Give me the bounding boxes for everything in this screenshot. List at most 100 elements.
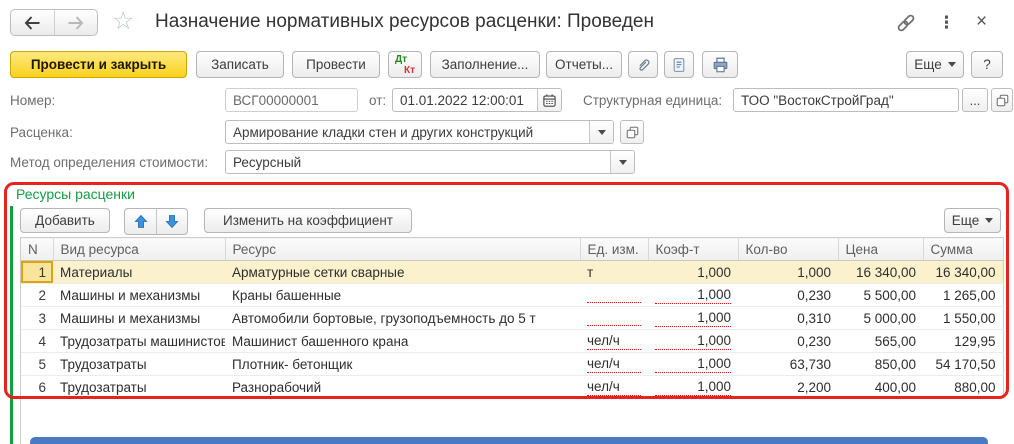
cell-n[interactable]: 6: [21, 376, 53, 399]
column-header-kind[interactable]: Вид ресурса: [53, 238, 225, 261]
cell-resource[interactable]: Арматурные сетки сварные: [225, 261, 580, 284]
cell-unit[interactable]: чел/ч: [580, 376, 648, 399]
cell-sum[interactable]: 880,00: [923, 376, 1003, 399]
cell-unit[interactable]: чел/ч: [580, 330, 648, 353]
table-row[interactable]: 2 Машины и механизмы Краны башенные 1,00…: [21, 284, 1003, 307]
background-window-edge[interactable]: [30, 437, 988, 444]
save-button[interactable]: Записать: [196, 51, 284, 78]
move-row-down-button[interactable]: [156, 209, 187, 234]
cell-n[interactable]: 5: [21, 353, 53, 376]
fill-button[interactable]: Заполнение...: [430, 51, 540, 78]
back-button[interactable]: [11, 10, 54, 35]
chevron-down-icon: [598, 130, 606, 135]
cell-price[interactable]: 850,00: [838, 353, 923, 376]
cell-qty[interactable]: 0,310: [738, 307, 838, 330]
cell-resource[interactable]: Автомобили бортовые, грузоподъемность до…: [225, 307, 580, 330]
column-header-unit[interactable]: Ед. изм.: [580, 238, 648, 261]
cell-qty[interactable]: 63,730: [738, 353, 838, 376]
rate-open-button[interactable]: [620, 120, 644, 144]
document-report-icon: [671, 56, 687, 74]
column-header-qty[interactable]: Кол-во: [738, 238, 838, 261]
move-row-up-button[interactable]: [125, 209, 156, 234]
cell-kind[interactable]: Трудозатраты машинистов: [53, 330, 225, 353]
structural-unit-choose-button[interactable]: ...: [962, 88, 988, 112]
favorite-star-icon[interactable]: ☆: [112, 9, 134, 34]
structural-unit-value: ТОО "ВостокСтройГрад": [734, 93, 958, 108]
cell-unit[interactable]: т: [580, 261, 648, 284]
cell-kind[interactable]: Трудозатраты: [53, 353, 225, 376]
cell-n[interactable]: 4: [21, 330, 53, 353]
cell-n[interactable]: 2: [21, 284, 53, 307]
cell-price[interactable]: 565,00: [838, 330, 923, 353]
cell-n[interactable]: 3: [21, 307, 53, 330]
toolbar-more-button[interactable]: Еще: [906, 51, 964, 78]
print-button[interactable]: [702, 51, 738, 78]
table-row[interactable]: 4 Трудозатраты машинистов Машинист башен…: [21, 330, 1003, 353]
resources-table: N Вид ресурса Ресурс Ед. изм. Коэф-т Кол…: [20, 237, 1003, 444]
dt-kt-postings-button[interactable]: Дт Кт: [388, 51, 422, 78]
cell-qty[interactable]: 0,230: [738, 330, 838, 353]
cell-resource[interactable]: Машинист башенного крана: [225, 330, 580, 353]
cell-qty[interactable]: 1,000: [738, 261, 838, 284]
cell-coef[interactable]: 1,000: [648, 284, 738, 307]
table-row[interactable]: 5 Трудозатраты Плотник- бетонщик чел/ч 1…: [21, 353, 1003, 376]
table-more-button[interactable]: Еще: [944, 208, 1001, 233]
cell-sum[interactable]: 1 550,00: [923, 307, 1003, 330]
reports-button[interactable]: Отчеты...: [546, 51, 622, 78]
change-coefficient-button[interactable]: Изменить на коэффициент: [204, 208, 412, 233]
cell-resource[interactable]: Разнорабочий: [225, 376, 580, 399]
cell-unit[interactable]: чел/ч: [580, 353, 648, 376]
column-header-price[interactable]: Цена: [838, 238, 923, 261]
report-structure-button[interactable]: [664, 51, 694, 78]
structural-unit-open-button[interactable]: [991, 88, 1013, 112]
post-button[interactable]: Провести: [292, 51, 380, 78]
cell-qty[interactable]: 0,230: [738, 284, 838, 307]
add-row-button[interactable]: Добавить: [20, 208, 110, 233]
get-link-button[interactable]: [895, 12, 917, 39]
table-row[interactable]: 6 Трудозатраты Разнорабочий чел/ч 1,000 …: [21, 376, 1003, 399]
cell-resource[interactable]: Плотник- бетонщик: [225, 353, 580, 376]
column-header-sum[interactable]: Сумма: [923, 238, 1003, 261]
cell-kind[interactable]: Машины и механизмы: [53, 307, 225, 330]
cell-price[interactable]: 16 340,00: [838, 261, 923, 284]
cell-resource[interactable]: Краны башенные: [225, 284, 580, 307]
attachments-button[interactable]: [628, 51, 658, 78]
forward-button[interactable]: [54, 10, 98, 35]
cell-coef[interactable]: 1,000: [648, 353, 738, 376]
structural-unit-field[interactable]: ТОО "ВостокСтройГрад": [733, 88, 959, 112]
table-row[interactable]: 3 Машины и механизмы Автомобили бортовые…: [21, 307, 1003, 330]
calendar-picker-button[interactable]: [537, 89, 561, 111]
post-and-close-button[interactable]: Провести и закрыть: [10, 51, 187, 78]
cell-kind[interactable]: Трудозатраты: [53, 376, 225, 399]
cell-kind[interactable]: Материалы: [53, 261, 225, 284]
cell-qty[interactable]: 2,200: [738, 376, 838, 399]
table-row[interactable]: 1 Материалы Арматурные сетки сварные т 1…: [21, 261, 1003, 284]
cell-sum[interactable]: 1 265,00: [923, 284, 1003, 307]
column-header-resource[interactable]: Ресурс: [225, 238, 580, 261]
cell-coef[interactable]: 1,000: [648, 376, 738, 399]
date-field[interactable]: 01.01.2022 12:00:01: [392, 88, 562, 112]
method-combobox[interactable]: Ресурсный: [225, 150, 635, 174]
help-button[interactable]: ?: [971, 51, 1003, 78]
cell-unit[interactable]: [580, 284, 648, 307]
rate-combobox[interactable]: Армирование кладки стен и других констру…: [225, 120, 614, 144]
rate-dropdown-button[interactable]: [589, 121, 613, 143]
cell-n[interactable]: 1: [21, 261, 53, 284]
cell-unit[interactable]: [580, 307, 648, 330]
cell-kind[interactable]: Машины и механизмы: [53, 284, 225, 307]
close-icon[interactable]: ×: [976, 11, 987, 33]
column-header-coef[interactable]: Коэф-т: [648, 238, 738, 261]
column-header-n[interactable]: N: [21, 238, 53, 261]
method-dropdown-button[interactable]: [610, 151, 634, 173]
cell-sum[interactable]: 54 170,50: [923, 353, 1003, 376]
window-menu-button[interactable]: ⋮: [938, 13, 955, 33]
cell-price[interactable]: 5 500,00: [838, 284, 923, 307]
cell-coef[interactable]: 1,000: [648, 261, 738, 284]
cell-price[interactable]: 400,00: [838, 376, 923, 399]
number-field[interactable]: ВСГ00000001: [225, 88, 358, 112]
cell-coef[interactable]: 1,000: [648, 307, 738, 330]
cell-sum[interactable]: 129,95: [923, 330, 1003, 353]
cell-sum[interactable]: 16 340,00: [923, 261, 1003, 284]
cell-coef[interactable]: 1,000: [648, 330, 738, 353]
cell-price[interactable]: 5 000,00: [838, 307, 923, 330]
